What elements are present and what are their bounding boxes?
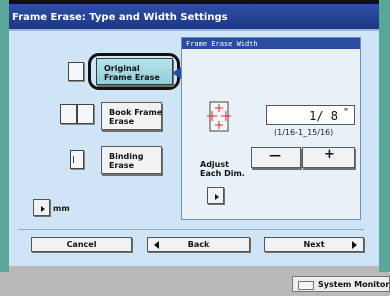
plus-icon: + — [324, 147, 335, 162]
callout-arrow-icon — [172, 67, 181, 79]
left-bezel — [0, 0, 9, 272]
book-left-page-icon — [60, 104, 77, 124]
back-label: Back — [187, 240, 210, 249]
inch-mark: " — [342, 107, 349, 118]
plus-button[interactable]: + — [302, 147, 355, 168]
minus-icon: — — [269, 148, 281, 162]
next-label: Next — [303, 240, 325, 249]
binding-erase-button[interactable]: Binding Erase — [101, 146, 162, 174]
original-frame-erase-button[interactable]: Original Frame Erase — [96, 58, 173, 85]
unit-switch-button[interactable] — [33, 199, 50, 216]
book-frame-erase-label: Book Frame Erase — [109, 108, 163, 126]
original-frame-icon — [68, 62, 84, 81]
divider — [18, 229, 364, 230]
system-monitor-label: System Monitor — [318, 280, 390, 289]
book-frame-erase-button[interactable]: Book Frame Erase — [101, 102, 162, 130]
right-bezel — [379, 0, 390, 272]
page-title: Frame Erase: Type and Width Settings — [9, 4, 379, 31]
binding-erase-label: Binding Erase — [109, 152, 144, 170]
arrow-right-icon — [352, 241, 357, 249]
next-button[interactable]: Next — [264, 237, 364, 252]
cancel-button[interactable]: Cancel — [31, 237, 132, 252]
monitor-icon — [298, 281, 314, 290]
original-frame-erase-label: Original Frame Erase — [104, 64, 160, 82]
system-monitor-button[interactable]: System Monitor — [292, 276, 390, 292]
adjust-each-dim-label: Adjust Each Dim. — [200, 160, 245, 178]
binding-edge-icon — [70, 150, 84, 169]
panel-title: Frame Erase Width — [182, 38, 360, 49]
arrow-left-icon — [154, 241, 159, 249]
width-range: (1/16-1_15/16) — [274, 128, 334, 137]
unit-label: mm — [53, 204, 70, 213]
minus-button[interactable]: — — [251, 147, 301, 168]
adjust-each-dim-button[interactable] — [207, 187, 224, 204]
width-value-field[interactable]: 1/ 8 " — [266, 105, 355, 125]
book-right-page-icon — [77, 104, 94, 124]
width-value: 1/ 8 — [309, 109, 338, 123]
arrow-right-icon — [215, 194, 219, 200]
arrow-right-icon — [41, 206, 45, 212]
cancel-label: Cancel — [66, 240, 97, 249]
frame-preview-icon — [207, 101, 231, 132]
back-button[interactable]: Back — [147, 237, 250, 252]
